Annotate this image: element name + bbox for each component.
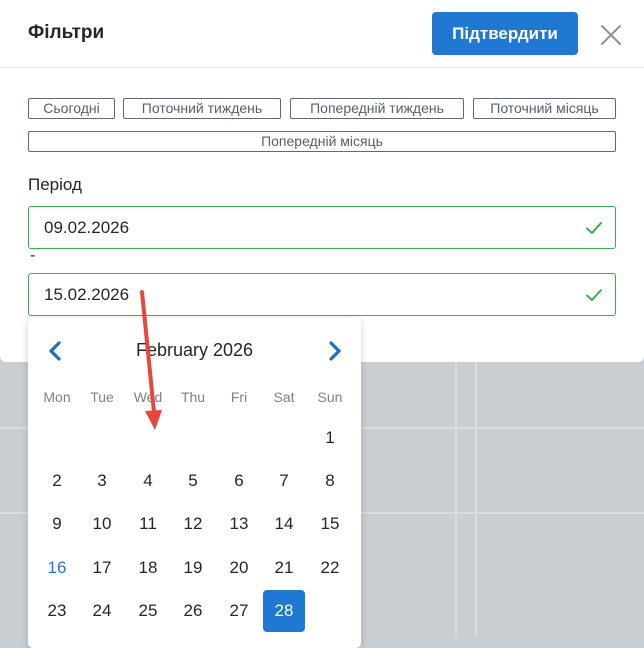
end-date-value: 15.02.2026 — [44, 285, 130, 304]
weekday-label: Sun — [317, 389, 343, 405]
calendar-day[interactable]: 15 — [309, 503, 351, 545]
calendar-day[interactable]: 19 — [172, 547, 214, 589]
calendar-day[interactable]: 7 — [263, 460, 305, 502]
date-range-separator: - — [30, 247, 36, 264]
background-divider — [475, 362, 477, 636]
calendar-day[interactable]: 24 — [81, 590, 123, 632]
calendar-day[interactable]: 27 — [218, 590, 260, 632]
calendar-day[interactable]: 3 — [81, 460, 123, 502]
calendar-day[interactable]: 22 — [309, 547, 351, 589]
calendar-day[interactable]: 20 — [218, 547, 260, 589]
quick-filter-current-week[interactable]: Поточний тиждень — [123, 98, 281, 119]
quick-filter-previous-week[interactable]: Попередній тиждень — [290, 98, 464, 119]
calendar-day[interactable]: 6 — [218, 460, 260, 502]
end-date-field[interactable]: 15.02.2026 — [28, 273, 616, 316]
next-month-button[interactable] — [325, 340, 345, 362]
filters-panel: Фільтри Підтвердити Сьогодні Поточний ти… — [0, 0, 644, 362]
quick-filter-previous-month[interactable]: Попередній місяць — [28, 131, 616, 152]
calendar-day[interactable]: 26 — [172, 590, 214, 632]
calendar-month-label: February 2026 — [135, 340, 254, 360]
close-icon — [601, 25, 621, 45]
weekday-label: Fri — [230, 389, 248, 405]
quick-filter-today[interactable]: Сьогодні — [28, 98, 115, 119]
calendar-day[interactable]: 2 — [36, 460, 78, 502]
calendar-day[interactable]: 8 — [309, 460, 351, 502]
weekday-label: Mon — [43, 389, 71, 405]
calendar-day[interactable]: 9 — [36, 503, 78, 545]
calendar-day[interactable]: 14 — [263, 503, 305, 545]
weekday-label: Tue — [90, 389, 114, 405]
confirm-button[interactable]: Підтвердити — [432, 12, 578, 55]
calendar-day-selected[interactable]: 28 — [263, 590, 305, 632]
calendar-day[interactable]: 5 — [172, 460, 214, 502]
calendar-day[interactable]: 18 — [127, 547, 169, 589]
period-label: Період — [28, 175, 82, 194]
check-icon — [586, 222, 602, 234]
close-button[interactable] — [598, 22, 624, 48]
calendar-day[interactable]: 21 — [263, 547, 305, 589]
weekday-label: Wed — [133, 389, 163, 405]
calendar-day[interactable]: 23 — [36, 590, 78, 632]
background-divider — [455, 362, 457, 636]
calendar-day[interactable]: 11 — [127, 503, 169, 545]
weekday-label: Sat — [273, 389, 295, 405]
check-icon — [586, 289, 602, 301]
calendar-day[interactable]: 1 — [309, 417, 351, 459]
chevron-right-icon — [329, 341, 341, 361]
quick-filter-current-month[interactable]: Поточний місяць — [473, 98, 616, 119]
date-picker-calendar: February 2026 Mon Tue Wed Thu Fri Sat Sun 1234… — [28, 318, 361, 648]
start-date-field[interactable]: 09.02.2026 — [28, 206, 616, 249]
calendar-day[interactable]: 4 — [127, 460, 169, 502]
calendar-day[interactable]: 12 — [172, 503, 214, 545]
calendar-day[interactable]: 17 — [81, 547, 123, 589]
filters-title: Фільтри — [28, 22, 105, 43]
start-date-value: 09.02.2026 — [44, 218, 130, 237]
weekday-label: Thu — [180, 389, 206, 405]
calendar-day[interactable]: 10 — [81, 503, 123, 545]
filters-header: Фільтри Підтвердити — [0, 0, 644, 68]
calendar-day[interactable]: 25 — [127, 590, 169, 632]
calendar-day[interactable]: 16 — [36, 547, 78, 589]
calendar-day[interactable]: 13 — [218, 503, 260, 545]
